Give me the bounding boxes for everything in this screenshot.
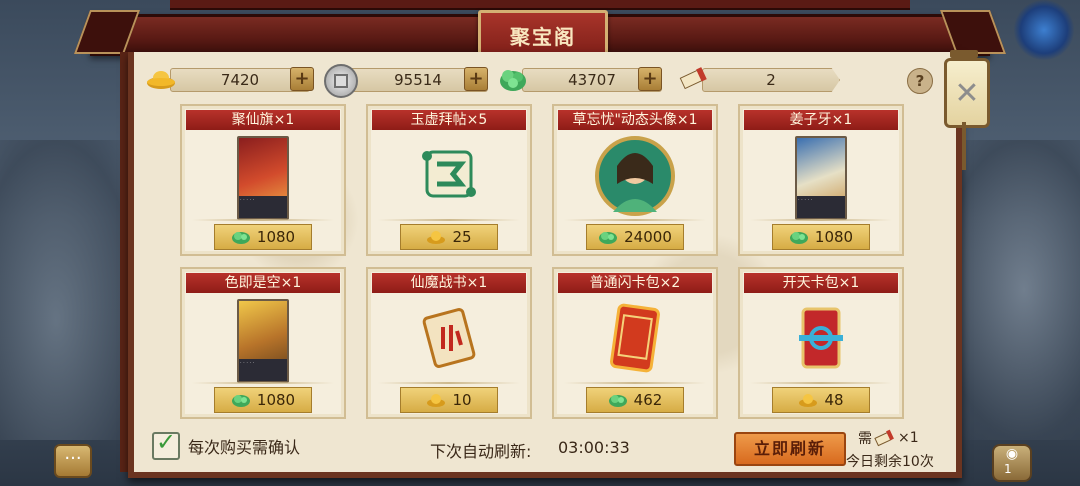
help-button[interactable]: ? [907,68,933,94]
jade-icon [789,232,808,244]
item-name: 草忘忧"动态头像×1 [558,110,712,130]
scroll-item-art [417,305,481,375]
lantern-cap [950,50,978,58]
add-silver-button[interactable]: + [464,67,488,91]
price-button[interactable]: 48 [772,387,870,413]
check-icon: ✓ [156,428,177,456]
bag-icon: ◉ [1005,446,1019,462]
currency-value: 2 [766,71,776,89]
close-icon: ✕ [954,75,980,111]
card-item-art: · · · · · [795,136,847,220]
price-button[interactable]: 24000 [586,224,684,250]
refresh-now-button[interactable]: 立即刷新 [734,432,846,466]
shop-item[interactable]: 色即是空×1 · · · · · 1080 [180,267,346,419]
close-button[interactable]: ✕ [944,58,990,128]
gold-ingot-icon [799,394,818,407]
price-button[interactable]: 1080 [214,224,312,250]
card-divider [192,382,334,384]
price-value: 1080 [256,391,296,409]
currency-value-box: 7420 [170,68,310,92]
chat-button[interactable]: ··· [54,444,92,478]
silver-coin-icon [324,64,358,98]
shop-item[interactable]: 玉虚拜帖×5 25 [366,104,532,256]
need-label: 需 [858,431,872,447]
jade-icon [231,395,250,407]
price-value: 10 [452,391,472,409]
scroll-token-icon [874,429,894,447]
jade-icon [498,64,528,94]
price-value: 24000 [624,228,672,246]
lantern-tassel [962,122,966,170]
shop-item[interactable]: 开天卡包×1 48 [738,267,904,419]
add-jade-button[interactable]: + [638,67,662,91]
price-button[interactable]: 10 [400,387,498,413]
refresh-cost: 需 ×1 [858,428,919,448]
currency-value-box: 2 [702,68,840,92]
scroll-item-art [417,144,481,208]
card-divider [378,382,520,384]
shop-item[interactable]: 姜子牙×1 · · · · · 1080 [738,104,904,256]
scroll-token-icon [678,64,708,94]
bag-button[interactable]: ◉ [992,444,1032,482]
swirl-decoration [1014,0,1074,60]
price-button[interactable]: 25 [400,224,498,250]
need-count: ×1 [898,430,919,446]
price-button[interactable]: 1080 [772,224,870,250]
roof-beam-top [170,0,910,10]
card-divider [378,219,520,221]
item-name: 姜子牙×1 [744,110,898,130]
chat-icon: ··· [64,448,82,469]
remaining-refreshes: 今日剩余10次 [846,454,934,470]
shop-item[interactable]: 草忘忧"动态头像×1 24000 [552,104,718,256]
auto-refresh-label: 下次自动刷新: [430,442,532,461]
jade-icon [231,232,250,244]
item-name: 开天卡包×1 [744,273,898,293]
shop-item[interactable]: 仙魔战书×1 10 [366,267,532,419]
price-value: 48 [824,391,844,409]
gold-ingot-icon [427,394,446,407]
gold-ingot-icon [146,64,176,94]
add-gold-button[interactable]: + [290,67,314,91]
currency-value: 95514 [394,71,442,89]
item-name: 普通闪卡包×2 [558,273,712,293]
card-divider [564,219,706,221]
card-item-art: · · · · · [237,136,289,220]
jade-icon [599,232,618,244]
background-left [0,140,140,440]
card-divider [750,382,892,384]
page-title: 聚宝阁 [510,24,576,49]
currency-value: 7420 [220,71,260,89]
price-button[interactable]: 462 [586,387,684,413]
item-name: 聚仙旗×1 [186,110,340,130]
avatar-item-art [595,136,675,220]
bag-count: 1 [1004,462,1012,476]
price-value: 25 [452,228,472,246]
auto-refresh-timer: 03:00:33 [558,438,630,457]
card-item-art: · · · · · [237,299,289,383]
card-divider [564,382,706,384]
shop-item[interactable]: 聚仙旗×1 · · · · · 1080 [180,104,346,256]
item-name: 色即是空×1 [186,273,340,293]
item-name: 仙魔战书×1 [372,273,526,293]
jade-icon [608,395,627,407]
price-value: 1080 [814,228,854,246]
item-name: 玉虚拜帖×5 [372,110,526,130]
confirm-toggle[interactable]: ✓ 每次购买需确认 [152,428,301,460]
card-divider [750,219,892,221]
pack-item-art [605,303,665,377]
price-button[interactable]: 1080 [214,387,312,413]
gold-ingot-icon [427,231,446,244]
pack-item-art [791,303,851,377]
currency-value: 43707 [568,71,616,89]
card-divider [192,219,334,221]
confirm-label: 每次购买需确认 [188,438,301,457]
price-value: 1080 [256,228,296,246]
shop-item[interactable]: 普通闪卡包×2 462 [552,267,718,419]
price-value: 462 [633,391,663,409]
confirm-checkbox[interactable]: ✓ [152,428,180,460]
